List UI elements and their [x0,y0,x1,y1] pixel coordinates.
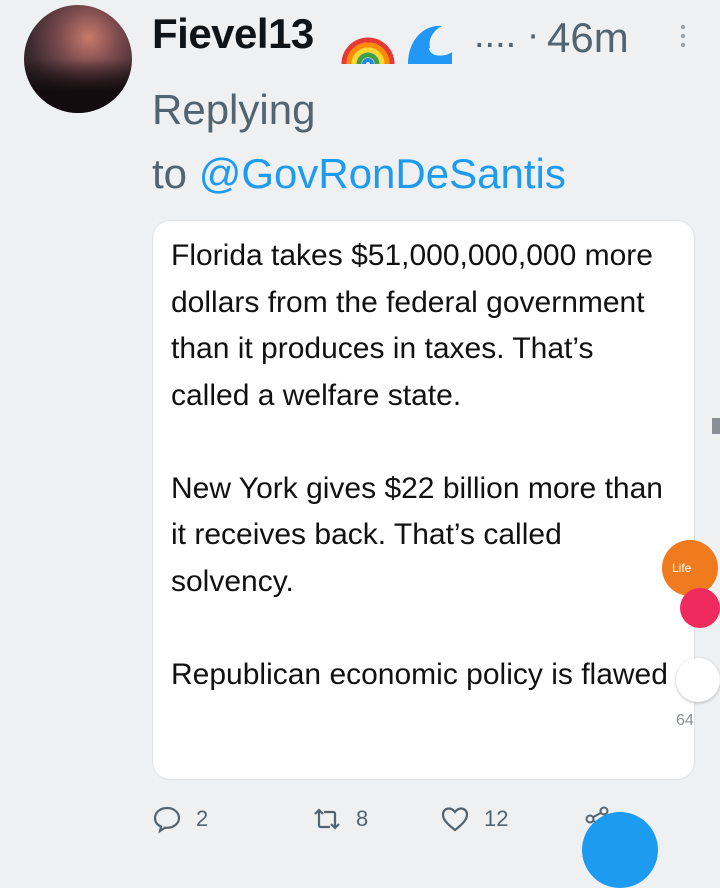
truncation-ellipsis: .... · [474,14,539,57]
image-paragraph-3: Republican economic policy is flawed [171,657,668,691]
heart-icon [441,806,469,831]
avatar-silhouette [24,59,132,113]
scroll-handle[interactable] [712,418,720,434]
separator-dot: · [526,14,540,56]
retweet-icon [314,807,340,830]
reply-button[interactable]: 2 [152,800,208,837]
username[interactable]: Fievel13 [152,10,314,58]
mention-link[interactable]: @GovRonDeSantis [199,150,566,197]
wave-emoji-icon [408,25,452,64]
reply-icon [153,806,181,833]
replying-label: Replying [152,86,316,133]
more-options-icon[interactable] [680,24,686,48]
replying-to: Replying to @GovRonDeSantis [152,78,672,206]
image-paragraph-1: Florida takes $51,000,000,000 more dolla… [171,239,653,412]
floating-badge[interactable] [680,588,720,628]
replying-to-line: to @GovRonDeSantis [152,142,672,206]
floating-app-bubble[interactable]: Life [662,540,718,596]
retweet-button[interactable]: 8 [312,800,368,837]
compose-button[interactable] [582,812,658,888]
rainbow-emoji-icon [341,37,395,65]
like-button[interactable]: 12 [440,800,508,837]
floating-count: 64 [676,712,694,729]
tweet-time[interactable]: 46m [547,14,629,62]
ellipsis-text: .... [474,14,517,56]
image-paragraph-2: New York gives $22 billion more than it … [171,471,663,598]
replying-to-word: to [152,150,188,197]
avatar[interactable] [24,5,132,113]
floating-reaction-button[interactable] [676,658,720,702]
retweet-count: 8 [356,805,369,831]
reply-count: 2 [196,805,209,831]
tweet-header: Fievel13 .... · 46m [152,10,710,70]
tweet-image[interactable]: Florida takes $51,000,000,000 more dolla… [152,220,695,780]
like-count: 12 [484,805,509,831]
